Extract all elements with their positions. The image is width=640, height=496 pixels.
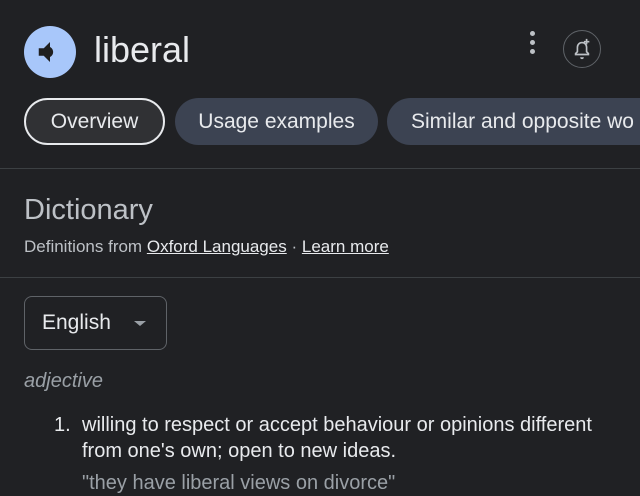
definition-text: willing to respect or accept behaviour o… (82, 414, 592, 462)
tab-similar-opposite[interactable]: Similar and opposite wo (387, 98, 640, 145)
part-of-speech: adjective (24, 370, 103, 392)
separator: · (291, 237, 298, 256)
tab-overview[interactable]: Overview (24, 98, 165, 145)
oxford-languages-link[interactable]: Oxford Languages (147, 237, 287, 256)
add-alert-button[interactable] (563, 30, 601, 68)
more-vert-icon (529, 30, 535, 36)
tab-usage-examples[interactable]: Usage examples (175, 98, 378, 145)
volume-up-icon (38, 42, 54, 62)
learn-more-link[interactable]: Learn more (302, 237, 389, 256)
definitions-source: Definitions from Oxford Languages · Lear… (24, 236, 389, 258)
language-select[interactable]: English (24, 296, 167, 350)
definition-number: 1. (54, 414, 71, 436)
divider (0, 277, 640, 278)
add-alert-icon (574, 38, 590, 60)
dictionary-word: liberal (94, 29, 191, 70)
divider (0, 168, 640, 169)
source-prefix: Definitions from (24, 237, 143, 256)
language-label: English (42, 311, 111, 334)
more-options-button[interactable] (520, 28, 544, 56)
dropdown-caret-icon (134, 321, 146, 326)
section-title: Dictionary (24, 194, 153, 226)
pronunciation-button[interactable] (24, 26, 76, 78)
definition-example: "they have liberal views on divorce" (82, 472, 396, 494)
